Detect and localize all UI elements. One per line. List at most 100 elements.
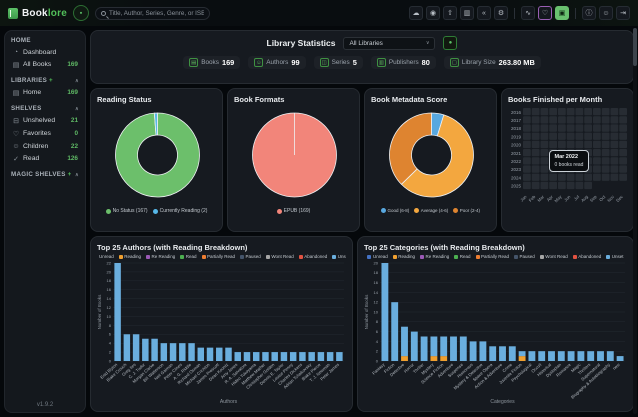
heatmap-cell[interactable]: [549, 182, 557, 189]
heatmap-cell[interactable]: [584, 174, 592, 181]
heatmap-cell[interactable]: [602, 149, 610, 156]
legend-item[interactable]: Poor (2-4): [453, 208, 480, 213]
heatmap-cell[interactable]: [576, 133, 584, 140]
heatmap-cell[interactable]: [558, 133, 566, 140]
heatmap-cell[interactable]: [593, 141, 601, 148]
bar-segment-unset[interactable]: [207, 348, 213, 361]
heatmap-cell[interactable]: [619, 108, 627, 115]
bar-segment-unset[interactable]: [262, 352, 268, 361]
heatmap-cell[interactable]: [567, 157, 575, 164]
scrollbar[interactable]: [633, 28, 637, 414]
heatmap-cell[interactable]: [532, 141, 540, 148]
heatmap-cell[interactable]: [602, 133, 610, 140]
heatmap-cell[interactable]: [541, 157, 549, 164]
heatmap-cell[interactable]: [602, 141, 610, 148]
heatmap-cell[interactable]: [523, 174, 531, 181]
bar-segment-unset[interactable]: [617, 356, 624, 361]
heatmap-cell[interactable]: [576, 108, 584, 115]
heatmap-cell[interactable]: [584, 149, 592, 156]
bar-segment-unset[interactable]: [170, 343, 176, 361]
heatmap-cell[interactable]: [593, 133, 601, 140]
chevron-up-icon[interactable]: ∧: [75, 106, 79, 112]
heatmap-cell[interactable]: [541, 165, 549, 172]
bar-segment-unset[interactable]: [161, 343, 167, 361]
bar-segment-reading[interactable]: [440, 356, 447, 361]
heatmap-cell[interactable]: [584, 182, 592, 189]
upload-button[interactable]: ⇧: [443, 6, 457, 20]
sidebar-item-home[interactable]: ▤Home169: [10, 86, 80, 99]
sidebar-section-header[interactable]: HOME: [11, 37, 79, 44]
heatmap-cell[interactable]: [549, 116, 557, 123]
heatmap-cell[interactable]: [523, 133, 531, 140]
heatmap-cell[interactable]: [523, 182, 531, 189]
add-icon[interactable]: +: [49, 77, 53, 84]
heatmap-cell[interactable]: [523, 157, 531, 164]
bar-segment-unset[interactable]: [528, 351, 535, 361]
heatmap-cell[interactable]: [611, 124, 619, 131]
heatmap-cell[interactable]: [584, 116, 592, 123]
top-authors-chart[interactable]: 0246810121416182022Enid BlytonBlake Crou…: [97, 259, 346, 407]
favorites-button[interactable]: ♡: [538, 6, 552, 20]
heatmap-cell[interactable]: [523, 149, 531, 156]
heatmap-cell[interactable]: [558, 174, 566, 181]
heatmap-cell[interactable]: [576, 116, 584, 123]
heatmap-cell[interactable]: [611, 116, 619, 123]
library-filter-select[interactable]: All Libraries ∨: [343, 37, 435, 50]
heatmap-cell[interactable]: [567, 165, 575, 172]
heatmap-cell[interactable]: [593, 157, 601, 164]
heatmap-cell[interactable]: [532, 108, 540, 115]
heatmap-cell[interactable]: [549, 141, 557, 148]
heatmap-cell[interactable]: [611, 157, 619, 164]
heatmap-cell[interactable]: [541, 116, 549, 123]
bar-segment-reading[interactable]: [519, 356, 526, 361]
bar-segment-unset[interactable]: [548, 351, 555, 361]
chevron-up-icon[interactable]: ∧: [75, 172, 79, 178]
sidebar-item-unshelved[interactable]: ⊟Unshelved21: [10, 114, 80, 127]
heatmap-cell[interactable]: [558, 116, 566, 123]
heatmap-cell[interactable]: [567, 133, 575, 140]
heatmap-cell[interactable]: [576, 157, 584, 164]
heatmap-cell[interactable]: [549, 174, 557, 181]
heatmap-cell[interactable]: [619, 149, 627, 156]
heatmap-cell[interactable]: [523, 165, 531, 172]
bar-segment-unset[interactable]: [607, 351, 614, 361]
bar-segment-unset[interactable]: [235, 352, 241, 361]
sidebar-item-children[interactable]: ☺Children22: [10, 140, 80, 152]
bar-segment-unset[interactable]: [225, 348, 231, 361]
bar-segment-unset[interactable]: [421, 337, 428, 362]
sidebar-item-favorites[interactable]: ♡Favorites0: [10, 127, 80, 140]
bar-segment-unset[interactable]: [281, 352, 287, 361]
heatmap-cell[interactable]: [558, 157, 566, 164]
collapse-button[interactable]: «: [477, 6, 491, 20]
legend-item[interactable]: Average (4-6): [414, 208, 448, 213]
bar-segment-unset[interactable]: [179, 343, 185, 361]
heatmap-cell[interactable]: [584, 165, 592, 172]
settings-button[interactable]: ⚙: [494, 6, 508, 20]
sidebar-item-all-books[interactable]: ▤All Books169: [10, 58, 80, 71]
heatmap-cell[interactable]: [523, 116, 531, 123]
heatmap-cell[interactable]: [584, 141, 592, 148]
bar-segment-unset[interactable]: [587, 351, 594, 361]
heatmap-cell[interactable]: [532, 116, 540, 123]
heatmap-cell[interactable]: [584, 157, 592, 164]
bar-segment-unset[interactable]: [124, 334, 130, 361]
user-button[interactable]: ☺: [599, 6, 613, 20]
refresh-stats-button[interactable]: ●: [443, 36, 457, 50]
heatmap-cell[interactable]: [593, 124, 601, 131]
heatmap-cell[interactable]: [558, 149, 566, 156]
heatmap-cell[interactable]: [532, 149, 540, 156]
bar-segment-unset[interactable]: [460, 337, 467, 362]
bar-segment-unset[interactable]: [336, 352, 342, 361]
book-formats-chart[interactable]: [234, 106, 353, 208]
heatmap-cell[interactable]: [593, 149, 601, 156]
bar-segment-unset[interactable]: [133, 334, 139, 361]
heatmap-cell[interactable]: [567, 149, 575, 156]
reading-status-chart[interactable]: [97, 106, 216, 208]
heatmap-cell[interactable]: [593, 174, 601, 181]
bar-segment-unset[interactable]: [244, 352, 250, 361]
sidebar-item-read[interactable]: ✓Read126: [10, 152, 80, 165]
heatmap-cell[interactable]: [584, 133, 592, 140]
bar-segment-unset[interactable]: [308, 352, 314, 361]
heatmap-cell[interactable]: [576, 141, 584, 148]
heatmap-cell[interactable]: [602, 124, 610, 131]
